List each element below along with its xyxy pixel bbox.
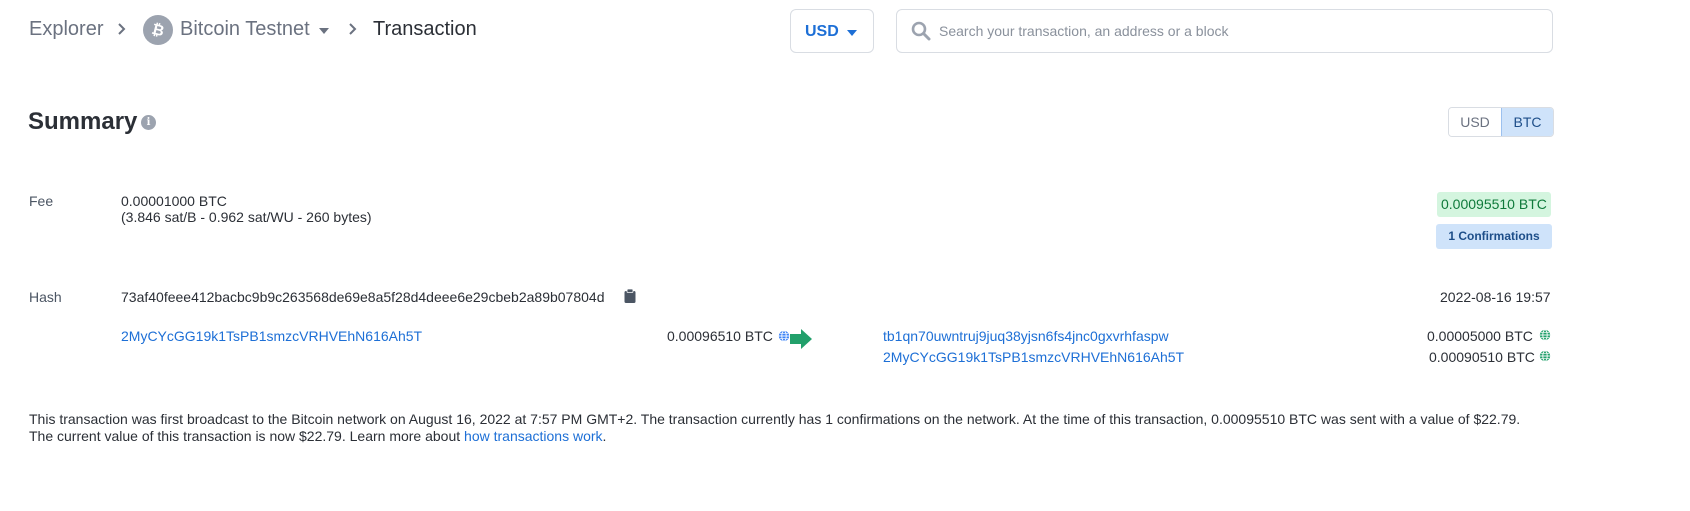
transaction-description-2: The current value of this transaction is… (29, 428, 606, 444)
bitcoin-logo-icon: ₿ (143, 15, 173, 45)
toggle-usd[interactable]: USD (1449, 108, 1501, 136)
output-address-link[interactable]: tb1qn70uwntruj9juq38yjsn6fs4jnc0gxvrhfas… (883, 328, 1169, 344)
chevron-right-icon (117, 22, 126, 36)
hash-value: 73af40feee412bacbc9b9c263568de69e8a5f28d… (121, 289, 605, 305)
chevron-down-icon[interactable] (319, 28, 329, 34)
clipboard-icon[interactable] (624, 288, 636, 308)
chevron-right-icon (348, 22, 357, 36)
output-address-link[interactable]: 2MyCYcGG19k1TsPB1smzcVRHVEhN616Ah5T (883, 349, 1184, 365)
fee-label: Fee (29, 193, 54, 209)
fee-details: (3.846 sat/B - 0.962 sat/WU - 260 bytes) (121, 209, 372, 225)
currency-select-value: USD (805, 23, 839, 40)
info-icon[interactable]: i (141, 115, 156, 130)
arrow-right-icon (790, 329, 812, 354)
toggle-btc[interactable]: BTC (1501, 108, 1553, 136)
currency-toggle[interactable]: USD BTC (1448, 107, 1554, 137)
globe-icon[interactable] (778, 329, 790, 342)
output-amount: 0.00005000 BTC (1427, 328, 1533, 344)
breadcrumb-current: Transaction (373, 18, 477, 40)
search-box[interactable] (896, 9, 1553, 53)
chevron-down-icon (847, 30, 857, 36)
globe-icon[interactable] (1539, 328, 1551, 341)
page-title: Summary (28, 108, 138, 135)
breadcrumb-explorer[interactable]: Explorer (29, 18, 103, 41)
breadcrumb-network[interactable]: Bitcoin Testnet (180, 18, 310, 41)
search-input[interactable] (939, 10, 1539, 52)
total-amount-badge: 0.00095510 BTC (1437, 192, 1551, 217)
transaction-timestamp: 2022-08-16 19:57 (1440, 289, 1551, 305)
description-period: . (602, 428, 607, 444)
input-amount: 0.00096510 BTC (667, 328, 773, 344)
transaction-description: This transaction was first broadcast to … (29, 411, 1521, 427)
input-address-link[interactable]: 2MyCYcGG19k1TsPB1smzcVRHVEhN616Ah5T (121, 328, 422, 344)
currency-select[interactable]: USD (790, 9, 874, 53)
fee-amount: 0.00001000 BTC (121, 193, 227, 209)
globe-icon[interactable] (1539, 349, 1551, 362)
output-amount: 0.00090510 BTC (1429, 349, 1535, 365)
learn-more-link[interactable]: how transactions work (464, 428, 603, 444)
description-text: The current value of this transaction is… (29, 428, 465, 444)
search-icon (911, 21, 931, 46)
svg-text:₿: ₿ (150, 21, 166, 39)
hash-label: Hash (29, 289, 62, 305)
confirmations-badge: 1 Confirmations (1436, 224, 1552, 249)
